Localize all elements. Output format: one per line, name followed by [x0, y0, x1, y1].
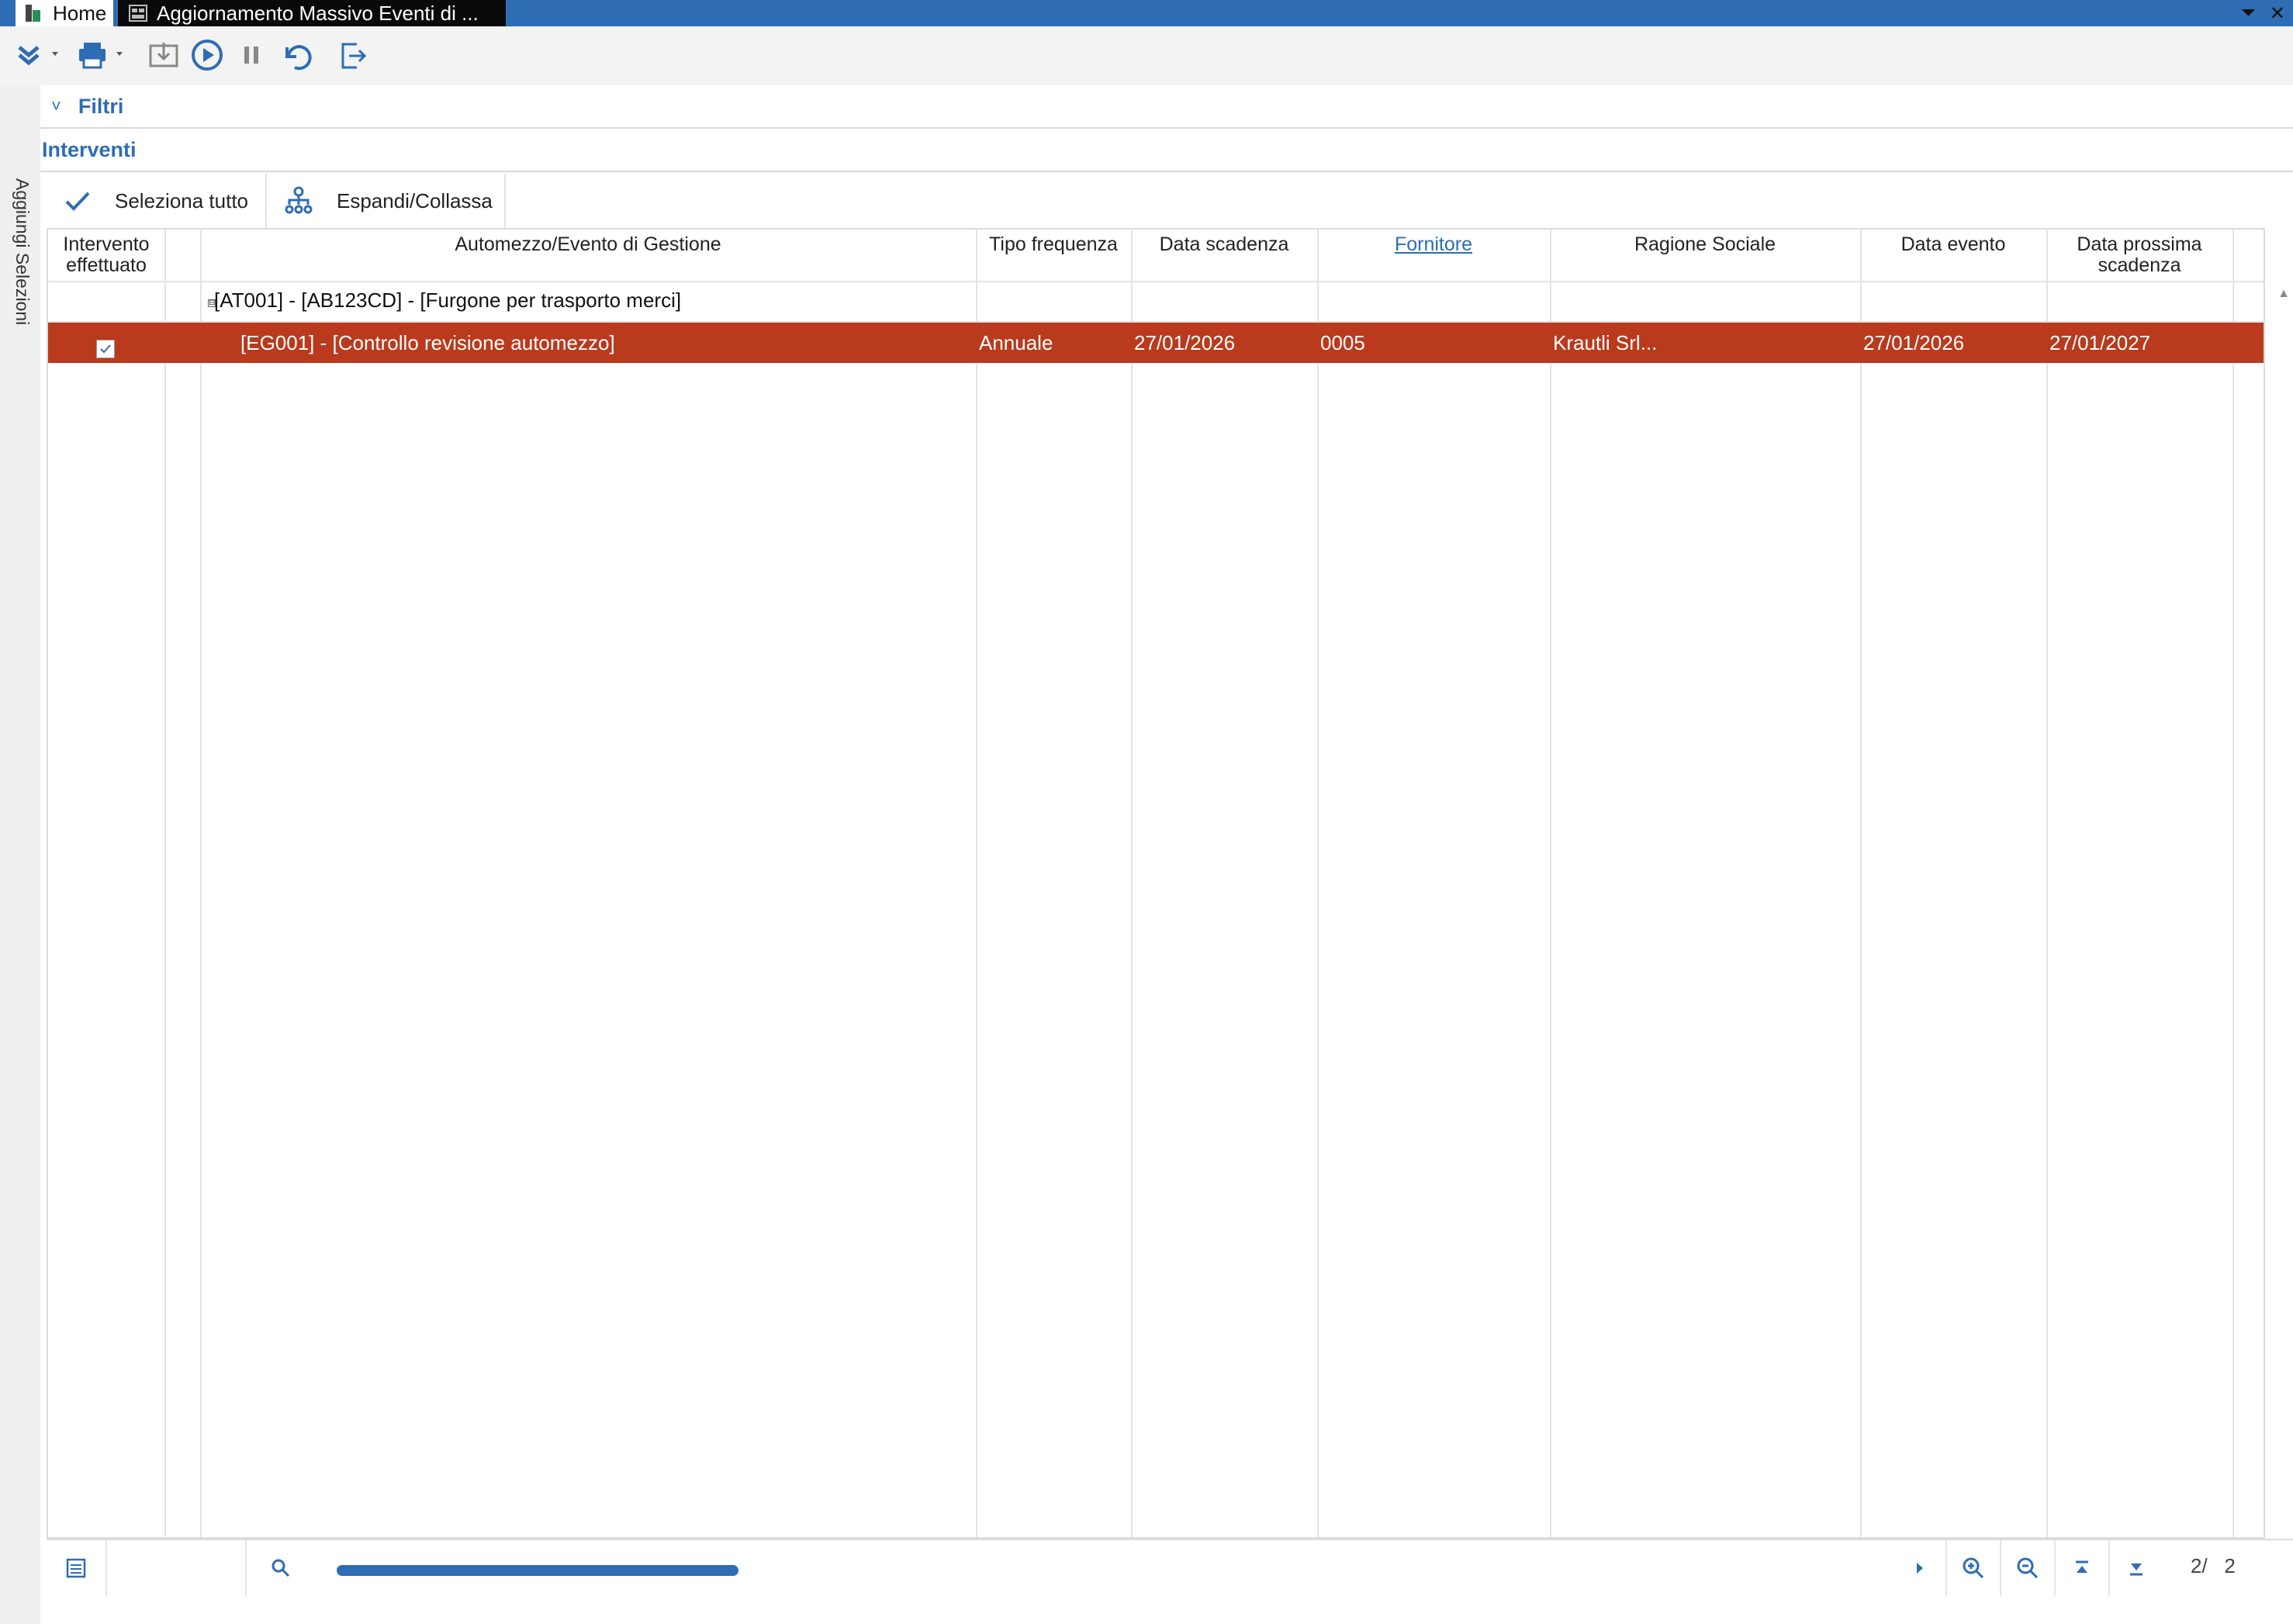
dropdown-arrow-icon[interactable]: ⏷: [2241, 2, 2256, 24]
list-icon: [66, 1558, 86, 1578]
column-divider: [1131, 230, 1133, 1537]
grid-footer: 2/ 2: [47, 1539, 2293, 1596]
first-page-button[interactable]: [2054, 1540, 2108, 1596]
main-panel: ˅ Filtri Interventi Seleziona tutto Espa…: [40, 85, 2293, 1624]
exit-button[interactable]: [334, 37, 374, 73]
scroll-right-icon: [1917, 1563, 1923, 1574]
zoom-in-button[interactable]: [1945, 1540, 2000, 1596]
select-all-label: Seleziona tutto: [115, 188, 249, 213]
expand-collapse-label: Espandi/Collassa: [337, 188, 493, 213]
run-button[interactable]: [186, 37, 228, 73]
checkmark-icon: [65, 192, 90, 211]
column-divider: [1860, 230, 1862, 1537]
column-divider: [976, 230, 977, 1537]
select-all-button[interactable]: Seleziona tutto: [47, 174, 267, 228]
printer-icon: [79, 43, 123, 69]
column-header-automezzo-evento[interactable]: Automezzo/Evento di Gestione: [200, 230, 976, 282]
title-bar: Home Aggiornamento Massivo Eventi di ...…: [0, 0, 2293, 26]
zoom-out-icon: [2017, 1557, 2039, 1579]
interventions-grid: Intervento effettuato Automezzo/Evento d…: [47, 228, 2265, 1539]
undo-button[interactable]: [276, 37, 316, 73]
pause-button[interactable]: [233, 37, 270, 73]
pause-icon: [244, 47, 258, 64]
cell-company-name: Krautli Srl...: [1553, 330, 1658, 354]
window-controls: ⏷ ✕: [2241, 0, 2285, 26]
chevron-down-icon: ˅: [51, 96, 61, 116]
form-window-icon: [129, 4, 147, 22]
zoom-out-button[interactable]: [2000, 1540, 2054, 1596]
cell-due-date: 27/01/2026: [1134, 330, 1236, 354]
zoom-in-icon: [1963, 1557, 1984, 1579]
group-label: [AT001] - [AB123CD] - [Furgone per trasp…: [214, 289, 682, 312]
first-page-icon: [2076, 1560, 2088, 1573]
column-divider: [1317, 230, 1319, 1537]
column-divider: [2046, 230, 2048, 1537]
cell-event: [EG001] - [Controllo revisione automezzo…: [240, 330, 615, 354]
column-header-data-scadenza[interactable]: Data scadenza: [1131, 230, 1317, 282]
cell-frequency: Annuale: [979, 330, 1053, 354]
column-divider: [1550, 230, 1551, 1537]
tab-home[interactable]: Home: [16, 0, 113, 26]
cell-event-date: 27/01/2026: [1863, 330, 1965, 354]
last-page-icon: [2130, 1564, 2143, 1576]
import-icon: [149, 43, 178, 67]
intervention-done-checkbox[interactable]: [96, 340, 115, 358]
column-header-data-evento[interactable]: Data evento: [1860, 230, 2046, 282]
print-button[interactable]: [74, 37, 129, 73]
column-divider: [200, 230, 202, 1537]
column-header-blank[interactable]: [164, 230, 200, 282]
last-page-button[interactable]: [2108, 1540, 2163, 1596]
column-divider: [2232, 230, 2234, 1537]
table-row[interactable]: [EG001] - [Controllo revisione automezzo…: [48, 323, 2264, 363]
expand-collapse-button[interactable]: Espandi/Collassa: [267, 174, 506, 228]
column-header-fornitore[interactable]: Fornitore: [1317, 230, 1550, 282]
page-indicator: 2/ 2: [2191, 1554, 2236, 1577]
tab-main-label: Aggiornamento Massivo Eventi di ...: [157, 1, 479, 25]
column-header-ragione-sociale[interactable]: Ragione Sociale: [1550, 230, 1860, 282]
exit-icon: [341, 43, 367, 69]
cell-supplier: 0005: [1320, 330, 1365, 354]
close-icon[interactable]: ✕: [2270, 2, 2285, 25]
search-button[interactable]: [245, 1540, 315, 1596]
column-header-intervento-effettuato[interactable]: Intervento effettuato: [48, 230, 164, 282]
column-divider: [164, 230, 166, 1537]
filters-label: Filtri: [78, 94, 124, 118]
double-chevron-down-icon: [18, 46, 58, 66]
interventions-section-header: Interventi: [40, 129, 2293, 172]
home-app-icon: [25, 4, 42, 22]
column-header-data-prossima-scadenza[interactable]: Data prossima scadenza: [2046, 230, 2232, 282]
group-row[interactable]: ⊟ [AT001] - [AB123CD] - [Furgone per tra…: [48, 282, 2264, 323]
play-icon: [192, 40, 223, 71]
filters-section-header[interactable]: ˅ Filtri: [40, 85, 2293, 129]
import-button[interactable]: [144, 37, 183, 73]
undo-icon: [285, 45, 312, 71]
side-panel-tab[interactable]: Aggiungi Selezioni: [0, 85, 40, 1624]
cell-next-due-date: 27/01/2027: [2049, 330, 2151, 354]
tab-aggiornamento-massivo[interactable]: Aggiornamento Massivo Eventi di ...: [118, 0, 506, 26]
grid-toolbar: Seleziona tutto Espandi/Collassa: [47, 174, 506, 228]
scroll-up-icon[interactable]: ▲: [2277, 287, 2290, 301]
list-view-button[interactable]: [47, 1540, 107, 1596]
tab-home-label: Home: [53, 1, 107, 25]
side-panel-label: Aggiungi Selezioni: [12, 178, 33, 326]
horizontal-scrollbar[interactable]: [337, 1565, 738, 1576]
grid-header: Intervento effettuato Automezzo/Evento d…: [48, 230, 2264, 282]
search-icon: [271, 1559, 290, 1577]
checkmark-icon: [100, 344, 111, 354]
scroll-right-button[interactable]: [1900, 1540, 1939, 1596]
toolbar: [0, 26, 2293, 85]
interventions-label: Interventi: [42, 137, 137, 161]
hierarchy-icon: [285, 186, 313, 214]
column-header-tipo-frequenza[interactable]: Tipo frequenza: [976, 230, 1131, 282]
expand-menu-button[interactable]: [12, 37, 64, 73]
